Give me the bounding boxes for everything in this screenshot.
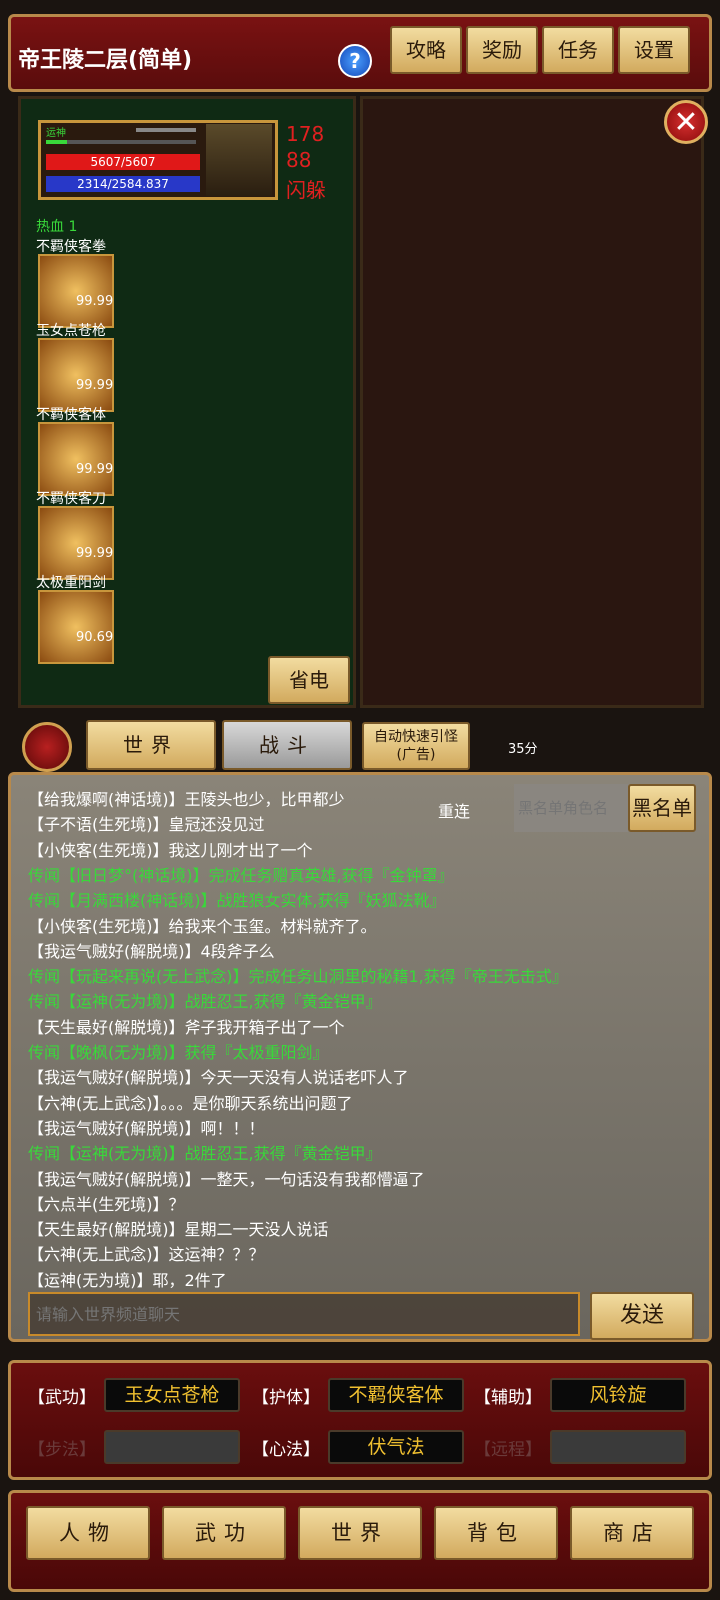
- chat-message: 传闻【运神(无为境)】战胜忍王,获得『黄金铠甲』: [28, 992, 382, 1012]
- auto-lure-label: 自动快速引怪: [374, 729, 458, 745]
- quest-button[interactable]: 任务: [542, 26, 614, 74]
- buff-label: 热血 1: [36, 219, 78, 235]
- fuzhu-slot[interactable]: 风铃旋: [550, 1378, 686, 1412]
- close-icon[interactable]: ✕: [664, 100, 708, 144]
- player-name: 运神: [46, 128, 66, 139]
- skill-value: 90.69: [76, 630, 114, 645]
- hero-portrait: [206, 124, 272, 196]
- fuzhu-label: 【辅助】: [474, 1388, 542, 1408]
- attack-stat: 178: [286, 122, 325, 146]
- nav-skills[interactable]: 武功: [162, 1506, 286, 1560]
- chat-message: 【六神(无上武念)】。。。是你聊天系统出问题了: [28, 1093, 353, 1113]
- chat-message: 传闻【月满西楼(神话境)】战胜狼女实体,获得『妖狐法靴』: [28, 891, 446, 911]
- mp-bar: 2314/2584.837: [46, 176, 200, 192]
- blacklist-input[interactable]: [514, 784, 628, 832]
- send-button[interactable]: 发送: [590, 1292, 694, 1340]
- chat-message: 【小侠客(生死境)】给我来个玉玺。材料就齐了。: [28, 916, 377, 936]
- chat-message: 【六点半(生死境)】？: [28, 1194, 185, 1214]
- level-bar: [136, 128, 196, 132]
- chat-message: 【我运气贼好(解脱境)】一整天，一句话没有我都懵逼了: [28, 1169, 425, 1189]
- blacklist-button[interactable]: 黑名单: [628, 784, 696, 832]
- chat-message: 传闻【玩起来再说(无上武念)】完成任务山洞里的秘籍1,获得『帝王无击式』: [28, 967, 568, 987]
- help-icon[interactable]: ?: [338, 44, 372, 78]
- chat-message: 【天生最好(解脱境)】星期二一天没人说话: [28, 1220, 329, 1240]
- spear-skill-icon[interactable]: [38, 338, 114, 412]
- chat-message: 【运神(无为境)】耶，2件了: [28, 1270, 227, 1290]
- dodge-stat: 闪躲: [286, 178, 326, 202]
- chat-message: 【子不语(生死境)】皇冠还没见过: [28, 815, 265, 835]
- skill-name: 不羁侠客体: [36, 407, 106, 423]
- chat-message: 【天生最好(解脱境)】斧子我开箱子出了一个: [28, 1017, 345, 1037]
- skill-value: 99.99: [76, 462, 114, 477]
- skill-value: 99.99: [76, 546, 114, 561]
- tab-battle[interactable]: 战斗: [222, 720, 352, 770]
- fist-skill-icon[interactable]: [38, 254, 114, 328]
- chat-input[interactable]: [28, 1292, 580, 1336]
- skill-name: 太极重阳剑: [36, 575, 106, 591]
- battle-panel: [360, 96, 704, 708]
- skill-name: 不羁侠客刀: [36, 491, 106, 507]
- yuancheng-label: 【远程】: [474, 1440, 542, 1460]
- chat-message: 【我运气贼好(解脱境)】啊！！！: [28, 1118, 265, 1138]
- exp-bar: [46, 140, 196, 144]
- chat-message: 【小侠客(生死境)】我这儿刚才出了一个: [28, 840, 313, 860]
- huti-slot[interactable]: 不羁侠客体: [328, 1378, 464, 1412]
- sword-skill-icon[interactable]: [38, 590, 114, 664]
- chat-message: 【我运气贼好(解脱境)】4段斧子么: [28, 941, 275, 961]
- skill-name: 玉女点苍枪: [36, 323, 106, 339]
- guide-button[interactable]: 攻略: [390, 26, 462, 74]
- nav-bag[interactable]: 背包: [434, 1506, 558, 1560]
- nav-world[interactable]: 世界: [298, 1506, 422, 1560]
- page-title: 帝王陵二层(简单): [18, 48, 193, 73]
- auto-lure-ad-button[interactable]: 自动快速引怪 (广告): [362, 722, 470, 770]
- bufa-label: 【步法】: [28, 1440, 96, 1460]
- chat-message: 【六神(无上武念)】这运神？？？: [28, 1245, 265, 1265]
- hp-bar: 5607/5607: [46, 154, 200, 170]
- power-save-button[interactable]: 省电: [268, 656, 350, 704]
- yuancheng-slot[interactable]: [550, 1430, 686, 1464]
- chat-message: 传闻【运神(无为境)】战胜忍王,获得『黄金铠甲』: [28, 1144, 382, 1164]
- settings-button[interactable]: 设置: [618, 26, 690, 74]
- skill-name: 不羁侠客拳: [36, 239, 106, 255]
- reconnect-button[interactable]: 重连: [438, 798, 470, 822]
- timer-label: 35分: [508, 742, 538, 757]
- defense-stat: 88: [286, 148, 312, 172]
- xinfa-slot[interactable]: 伏气法: [328, 1430, 464, 1464]
- nav-shop[interactable]: 商店: [570, 1506, 694, 1560]
- body-skill-icon[interactable]: [38, 422, 114, 496]
- nav-character[interactable]: 人物: [26, 1506, 150, 1560]
- skill-value: 99.99: [76, 378, 114, 393]
- xinfa-label: 【心法】: [252, 1440, 320, 1460]
- chat-bubble-icon[interactable]: [22, 722, 72, 772]
- chat-message: 传闻【旧日梦°(神话境)】完成任务赠真英雄,获得『金钟罩』: [28, 865, 454, 885]
- reward-button[interactable]: 奖励: [466, 26, 538, 74]
- tab-world[interactable]: 世界: [86, 720, 216, 770]
- blade-skill-icon[interactable]: [38, 506, 114, 580]
- skill-value: 99.99: [76, 294, 114, 309]
- chat-message: 传闻【晚枫(无为境)】获得『太极重阳剑』: [28, 1043, 329, 1062]
- huti-label: 【护体】: [252, 1388, 320, 1408]
- ad-label: (广告): [396, 747, 436, 763]
- wugong-slot[interactable]: 玉女点苍枪: [104, 1378, 240, 1412]
- wugong-label: 【武功】: [28, 1388, 96, 1408]
- chat-message: 【我运气贼好(解脱境)】今天一天没有人说话老吓人了: [28, 1068, 409, 1088]
- chat-message: 【给我爆啊(神话境)】王陵头也少，比甲都少: [28, 790, 345, 809]
- bufa-slot[interactable]: [104, 1430, 240, 1464]
